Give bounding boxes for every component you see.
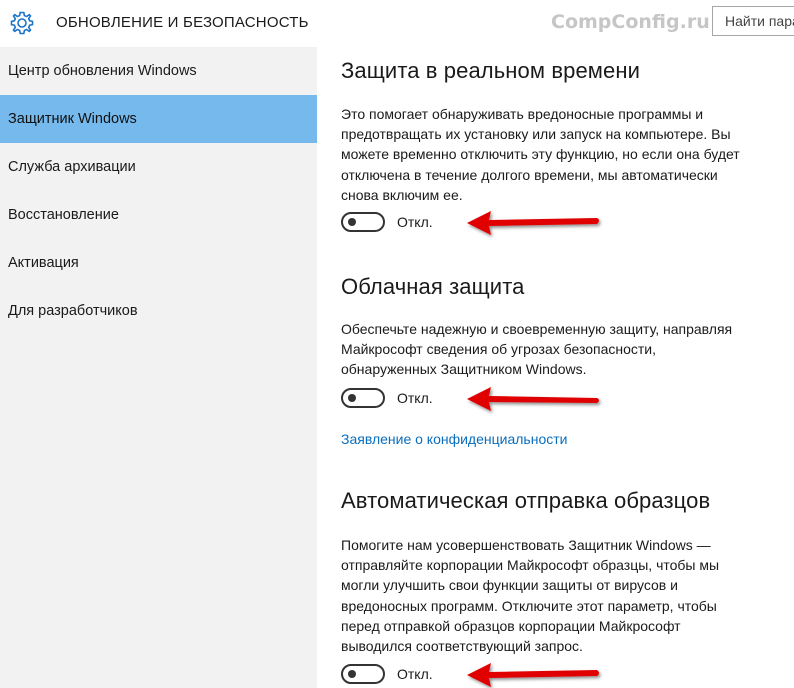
red-arrow-annotation-icon — [467, 211, 599, 235]
description-line: отправляйте корпорации Майкрософт образц… — [341, 557, 720, 574]
toggle-realtime-protection[interactable] — [341, 212, 385, 232]
sidebar-item-developers[interactable]: Для разработчиков — [0, 287, 317, 335]
sidebar-item-label: Активация — [8, 255, 79, 271]
section-description-realtime: Это помогает обнаруживать вредоносные пр… — [341, 104, 781, 205]
sidebar-item-label: Служба архивации — [8, 159, 136, 175]
sidebar-item-label: Восстановление — [8, 207, 119, 223]
toggle-knob — [348, 670, 356, 678]
description-line: перед отправкой образцов корпорации Майк… — [341, 617, 681, 634]
sidebar-item-backup[interactable]: Служба архивации — [0, 143, 317, 191]
description-line: Это помогает обнаруживать вредоносные пр… — [341, 106, 704, 122]
toggle-cloud-protection[interactable] — [341, 388, 385, 408]
description-line: можете временно отключить эту функцию, н… — [341, 146, 740, 163]
description-line: Помогите нам усовершенствовать Защитник … — [341, 537, 711, 553]
toggle-knob — [348, 218, 356, 226]
toggle-row-realtime: Откл. — [341, 211, 601, 235]
red-arrow-annotation-icon — [467, 387, 599, 411]
description-line: отключена в течение долгого времени, мы … — [341, 166, 718, 183]
main-content: Защита в реальном времени Это помогает о… — [317, 47, 794, 688]
toggle-sample-submission[interactable] — [341, 664, 385, 684]
description-line: выводился соответствующий запрос. — [341, 638, 583, 655]
toggle-knob — [348, 394, 356, 402]
description-line: обнаруженных Защитником Windows. — [341, 361, 587, 378]
search-placeholder: Найти пара — [725, 13, 794, 29]
section-title-cloud: Облачная защита — [341, 274, 525, 299]
gear-icon[interactable] — [9, 10, 35, 36]
description-line: Обеспечьте надежную и своевременную защи… — [341, 321, 733, 337]
settings-window: ОБНОВЛЕНИЕ И БЕЗОПАСНОСТЬ CompConfig.ru … — [0, 0, 794, 688]
toggle-row-cloud: Откл. — [341, 387, 601, 411]
section-title-realtime: Защита в реальном времени — [341, 58, 640, 83]
header-bar: ОБНОВЛЕНИЕ И БЕЗОПАСНОСТЬ CompConfig.ru … — [0, 0, 794, 47]
red-arrow-annotation-icon — [467, 663, 599, 687]
sidebar-item-activation[interactable]: Активация — [0, 239, 317, 287]
description-line: могли улучшить свои функции защиты от ви… — [341, 577, 678, 594]
privacy-statement-link[interactable]: Заявление о конфиденциальности — [341, 431, 567, 447]
description-line: снова включим ее. — [341, 186, 463, 203]
description-line: Майкрософт сведения об угрозах безопасно… — [341, 341, 657, 358]
section-description-sample-submission: Помогите нам усовершенствовать Защитник … — [341, 535, 781, 656]
toggle-row-sample-submission: Откл. — [341, 663, 601, 687]
sidebar-item-windows-defender[interactable]: Защитник Windows — [0, 95, 317, 143]
search-input[interactable]: Найти пара — [712, 6, 794, 36]
sidebar-item-label: Защитник Windows — [8, 111, 137, 127]
page-title: ОБНОВЛЕНИЕ И БЕЗОПАСНОСТЬ — [56, 14, 309, 31]
sidebar: Центр обновления Windows Защитник Window… — [0, 47, 317, 688]
toggle-state-label: Откл. — [397, 214, 433, 230]
watermark-text: CompConfig.ru — [551, 11, 710, 33]
sidebar-item-windows-update[interactable]: Центр обновления Windows — [0, 47, 317, 95]
description-line: предотвращать их установку или запуск на… — [341, 126, 731, 143]
sidebar-item-label: Для разработчиков — [8, 303, 138, 319]
section-description-cloud: Обеспечьте надежную и своевременную защи… — [341, 319, 781, 380]
section-title-sample-submission: Автоматическая отправка образцов — [341, 488, 711, 513]
description-line: вредоносных программ. Отключите этот пар… — [341, 597, 717, 614]
toggle-state-label: Откл. — [397, 666, 433, 682]
sidebar-item-recovery[interactable]: Восстановление — [0, 191, 317, 239]
sidebar-item-label: Центр обновления Windows — [8, 63, 197, 79]
toggle-state-label: Откл. — [397, 390, 433, 406]
